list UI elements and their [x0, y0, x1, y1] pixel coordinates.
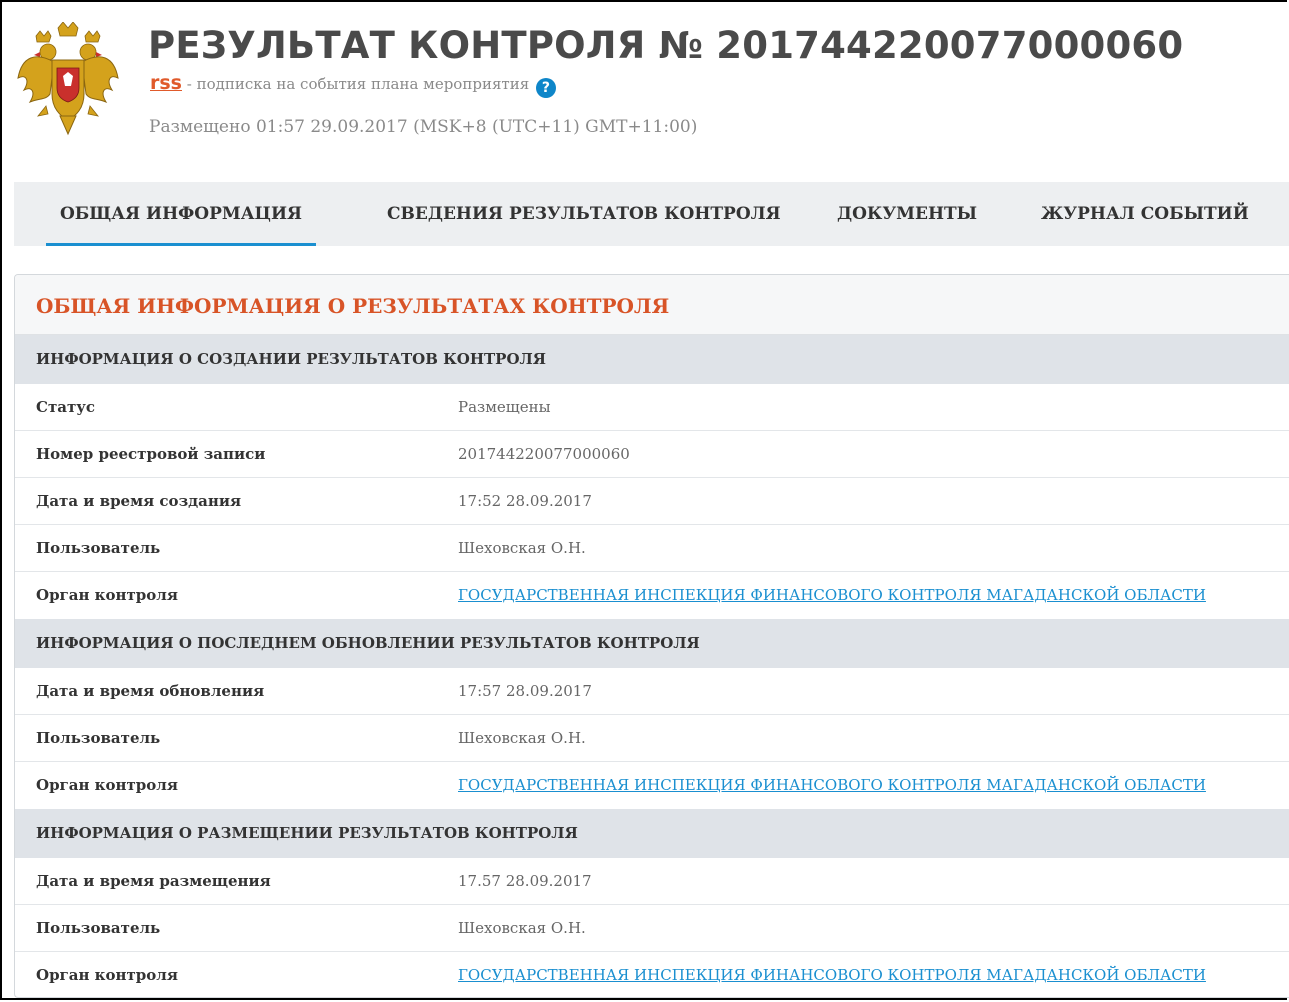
field-label: Дата и время создания — [36, 492, 242, 510]
table-row: Статус Размещены — [15, 384, 1289, 431]
rss-link[interactable]: rss — [150, 72, 182, 94]
field-value: 17:57 28.09.2017 — [458, 682, 592, 700]
field-value: 201744220077000060 — [458, 445, 630, 463]
field-label: Дата и время обновления — [36, 682, 265, 700]
table-row: Орган контроля ГОСУДАРСТВЕННАЯ ИНСПЕКЦИЯ… — [15, 952, 1289, 997]
rss-subscription-line: rss - подписка на события плана мероприя… — [150, 72, 556, 98]
table-row: Орган контроля ГОСУДАРСТВЕННАЯ ИНСПЕКЦИЯ… — [15, 572, 1289, 619]
section-placement-title: ИНФОРМАЦИЯ О РАЗМЕЩЕНИИ РЕЗУЛЬТАТОВ КОНТ… — [15, 809, 1289, 858]
tab-control-results-details[interactable]: СВЕДЕНИЯ РЕЗУЛЬТАТОВ КОНТРОЛЯ — [387, 182, 781, 246]
table-row: Пользователь Шеховская О.Н. — [15, 905, 1289, 952]
table-row: Дата и время размещения 17.57 28.09.2017 — [15, 858, 1289, 905]
table-row: Пользователь Шеховская О.Н. — [15, 715, 1289, 762]
field-value: Шеховская О.Н. — [458, 919, 586, 937]
page-title: РЕЗУЛЬТАТ КОНТРОЛЯ № 201744220077000060 — [148, 24, 1184, 67]
field-label: Орган контроля — [36, 586, 178, 604]
field-value: Шеховская О.Н. — [458, 539, 586, 557]
general-info-card: ОБЩАЯ ИНФОРМАЦИЯ О РЕЗУЛЬТАТАХ КОНТРОЛЯ … — [14, 274, 1289, 998]
question-circle-icon[interactable]: ? — [535, 78, 556, 98]
section-update-title: ИНФОРМАЦИЯ О ПОСЛЕДНЕМ ОБНОВЛЕНИИ РЕЗУЛЬ… — [15, 619, 1289, 668]
field-label: Пользователь — [36, 539, 161, 557]
control-body-link[interactable]: ГОСУДАРСТВЕННАЯ ИНСПЕКЦИЯ ФИНАНСОВОГО КО… — [458, 952, 1206, 997]
field-label: Пользователь — [36, 729, 161, 747]
tab-bar: ОБЩАЯ ИНФОРМАЦИЯ СВЕДЕНИЯ РЕЗУЛЬТАТОВ КО… — [14, 182, 1289, 246]
field-value: 17:52 28.09.2017 — [458, 492, 592, 510]
field-label: Номер реестровой записи — [36, 445, 266, 463]
posted-timestamp: Размещено 01:57 29.09.2017 (MSK+8 (UTC+1… — [149, 117, 698, 137]
tab-general-info[interactable]: ОБЩАЯ ИНФОРМАЦИЯ — [46, 182, 316, 246]
field-label: Дата и время размещения — [36, 872, 271, 890]
table-row: Дата и время создания 17:52 28.09.2017 — [15, 478, 1289, 525]
table-row: Пользователь Шеховская О.Н. — [15, 525, 1289, 572]
field-label: Статус — [36, 398, 95, 416]
table-row: Дата и время обновления 17:57 28.09.2017 — [15, 668, 1289, 715]
field-label: Орган контроля — [36, 776, 178, 794]
field-value: Размещены — [458, 398, 551, 416]
tab-documents[interactable]: ДОКУМЕНТЫ — [837, 182, 977, 246]
coat-of-arms-icon — [17, 22, 119, 136]
field-value: 17.57 28.09.2017 — [458, 872, 592, 890]
table-row: Номер реестровой записи 2017442200770000… — [15, 431, 1289, 478]
card-title: ОБЩАЯ ИНФОРМАЦИЯ О РЕЗУЛЬТАТАХ КОНТРОЛЯ — [15, 275, 1289, 335]
table-row: Орган контроля ГОСУДАРСТВЕННАЯ ИНСПЕКЦИЯ… — [15, 762, 1289, 809]
section-creation-title: ИНФОРМАЦИЯ О СОЗДАНИИ РЕЗУЛЬТАТОВ КОНТРО… — [15, 335, 1289, 384]
control-body-link[interactable]: ГОСУДАРСТВЕННАЯ ИНСПЕКЦИЯ ФИНАНСОВОГО КО… — [458, 572, 1206, 618]
rss-description: - подписка на события плана мероприятия — [182, 75, 530, 93]
field-value: Шеховская О.Н. — [458, 729, 586, 747]
tab-event-log[interactable]: ЖУРНАЛ СОБЫТИЙ — [1041, 182, 1249, 246]
field-label: Пользователь — [36, 919, 161, 937]
field-label: Орган контроля — [36, 966, 178, 984]
control-body-link[interactable]: ГОСУДАРСТВЕННАЯ ИНСПЕКЦИЯ ФИНАНСОВОГО КО… — [458, 762, 1206, 808]
